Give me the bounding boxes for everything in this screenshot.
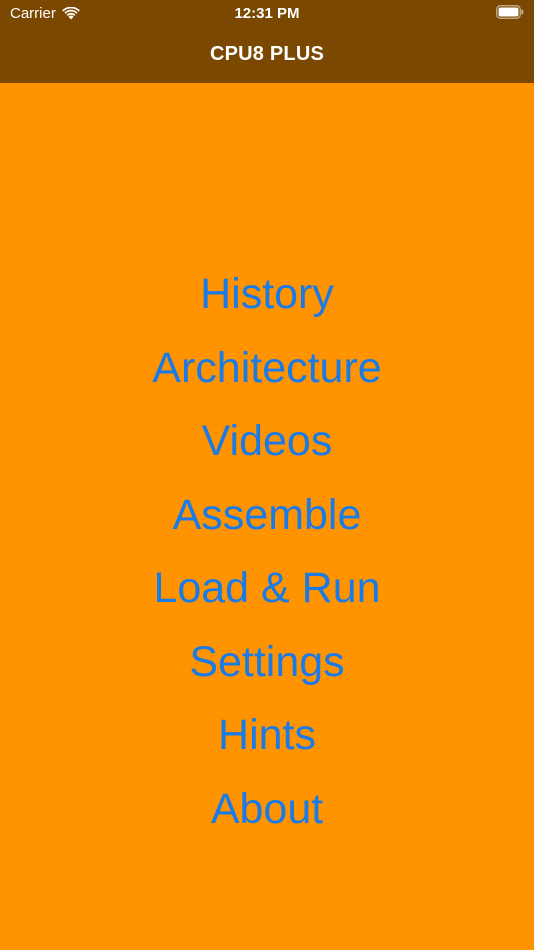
main-menu: History Architecture Videos Assemble Loa… [0,258,534,846]
menu-item-load-run[interactable]: Load & Run [0,552,534,626]
nav-title: CPU8 PLUS [209,43,325,65]
menu-item-hints[interactable]: Hints [0,699,534,773]
menu-item-videos[interactable]: Videos [0,405,534,479]
status-time: 12:31 PM [234,5,300,22]
menu-item-about[interactable]: About [0,773,534,847]
menu-item-history[interactable]: History [0,258,534,332]
menu-item-settings[interactable]: Settings [0,626,534,700]
menu-item-assemble[interactable]: Assemble [0,479,534,553]
status-bar: Carrier 12:31 PM [0,0,534,28]
menu-item-architecture[interactable]: Architecture [0,332,534,406]
battery-icon [496,5,524,19]
top-bar: Carrier 12:31 PM CPU8 PLUS [0,0,534,83]
